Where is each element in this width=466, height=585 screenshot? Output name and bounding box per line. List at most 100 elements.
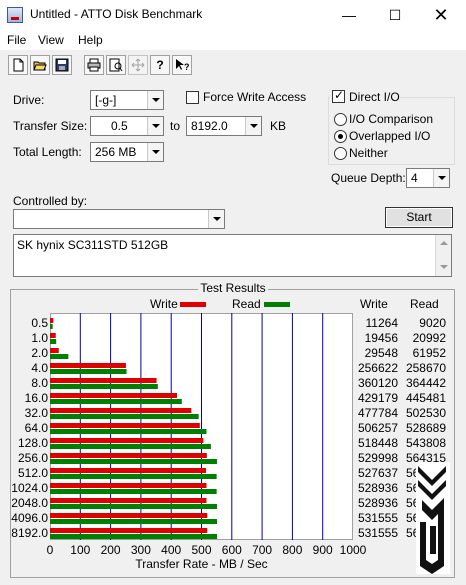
y-tick-label: 8192.0 — [11, 526, 48, 540]
write-value-label: 11264 — [365, 316, 398, 330]
menu-file[interactable]: File — [7, 33, 26, 47]
chart-svg — [50, 313, 324, 540]
write-bar — [50, 528, 208, 533]
io-comparison-radio[interactable] — [334, 113, 347, 126]
read-value-label: 445481 — [405, 391, 446, 405]
new-icon[interactable] — [8, 55, 28, 75]
read-value-label: 9020 — [419, 316, 446, 330]
minimize-icon[interactable]: — — [326, 0, 372, 30]
window-title: Untitled - ATTO Disk Benchmark — [30, 7, 203, 21]
y-tick-label: 256.0 — [17, 451, 48, 465]
start-button[interactable]: Start — [385, 207, 453, 228]
svg-text:?: ? — [184, 62, 189, 72]
legend-read-label: Read — [232, 297, 261, 311]
read-bar — [50, 489, 217, 494]
move-icon[interactable] — [128, 55, 148, 75]
total-length-label: Total Length: — [13, 145, 82, 159]
write-bar — [50, 423, 200, 428]
total-length-value: 256 MB — [95, 145, 137, 159]
y-tick-label: 8.0 — [31, 376, 48, 390]
write-value-label: 528936 — [357, 481, 398, 495]
y-tick-label: 1.0 — [31, 331, 48, 345]
read-value-label: 502530 — [405, 406, 446, 420]
write-bar — [50, 408, 192, 413]
write-bar — [50, 318, 54, 323]
read-bar — [50, 519, 218, 524]
scrollbar[interactable] — [435, 235, 451, 276]
print-icon[interactable] — [84, 55, 104, 75]
x-tick-label: 1000 — [339, 543, 367, 557]
y-tick-label: 16.0 — [24, 391, 48, 405]
menu-view[interactable]: View — [38, 33, 64, 47]
save-icon[interactable] — [52, 55, 72, 75]
write-bar — [50, 483, 207, 488]
maximize-icon[interactable]: ☐ — [372, 0, 418, 30]
transfer-size-from-select[interactable]: 0.5 — [90, 116, 164, 136]
write-value-label: 531555 — [357, 511, 398, 525]
transfer-size-to-select[interactable]: 8192.0 — [186, 116, 262, 136]
print-preview-icon[interactable] — [106, 55, 126, 75]
transfer-to-value: 8192.0 — [191, 119, 228, 133]
queue-depth-select[interactable]: 4 — [406, 168, 450, 188]
read-bar — [50, 474, 217, 479]
chevron-up-icon[interactable] — [440, 241, 448, 245]
write-value-label: 527637 — [357, 466, 398, 480]
y-tick-label: 4096.0 — [11, 511, 48, 525]
y-tick-label: 32.0 — [24, 406, 48, 420]
direct-io-checkbox[interactable] — [332, 88, 345, 103]
write-bar — [50, 348, 59, 353]
read-value-label: 528689 — [405, 421, 446, 435]
description-textarea[interactable]: SK hynix SC311STD 512GB — [13, 234, 452, 277]
write-value-label: 19456 — [364, 331, 398, 345]
close-icon[interactable]: ✕ — [418, 0, 464, 30]
context-help-icon[interactable]: ? — [172, 55, 192, 75]
controlled-by-label: Controlled by: — [13, 194, 88, 208]
open-icon[interactable] — [30, 55, 50, 75]
queue-depth-label: Queue Depth: — [331, 171, 406, 185]
read-value-label: 61952 — [412, 346, 446, 360]
x-axis-title: Transfer Rate - MB / Sec — [135, 557, 268, 571]
overlapped-io-radio[interactable] — [334, 130, 347, 143]
force-write-checkbox[interactable] — [186, 91, 199, 104]
write-value-label: 29548 — [364, 346, 398, 360]
controlled-by-select[interactable] — [13, 209, 225, 229]
legend-read-swatch — [264, 302, 290, 307]
write-bar — [50, 438, 204, 443]
write-value-label: 256622 — [357, 361, 398, 375]
read-bar — [50, 339, 57, 344]
write-bar — [50, 498, 207, 503]
write-value-label: 531555 — [357, 526, 398, 540]
write-bar — [50, 393, 177, 398]
read-bar — [50, 384, 158, 389]
neither-radio[interactable] — [334, 147, 347, 160]
kb-label: KB — [270, 119, 287, 133]
drive-select[interactable]: [-g-] — [90, 90, 164, 110]
read-value-label: 20992 — [412, 331, 446, 345]
read-value-label: 543808 — [405, 436, 446, 450]
read-bar — [50, 534, 218, 539]
overlapped-io-label: Overlapped I/O — [349, 129, 431, 143]
write-value-label: 518448 — [357, 436, 398, 450]
write-bar — [50, 453, 207, 458]
legend-write-swatch — [180, 302, 206, 307]
neither-label: Neither — [349, 146, 388, 160]
chevron-down-icon — [208, 210, 224, 228]
read-bar — [50, 399, 182, 404]
chevron-down-icon[interactable] — [440, 265, 448, 269]
write-bar — [50, 378, 157, 383]
write-bar — [50, 363, 126, 368]
help-icon[interactable]: ? — [150, 55, 170, 75]
io-comparison-label: I/O Comparison — [349, 112, 434, 126]
transfer-size-label: Transfer Size: — [13, 119, 88, 133]
y-tick-label: 0.5 — [31, 316, 48, 330]
queue-depth-value: 4 — [411, 171, 418, 185]
read-value-label: 364442 — [405, 376, 446, 390]
menu-help[interactable]: Help — [78, 33, 103, 47]
total-length-select[interactable]: 256 MB — [90, 142, 164, 162]
y-tick-label: 4.0 — [31, 361, 48, 375]
test-results-title: Test Results — [198, 281, 268, 295]
chevron-down-icon — [147, 143, 163, 161]
read-bar — [50, 354, 69, 359]
transfer-from-value: 0.5 — [111, 119, 128, 133]
read-bar — [50, 504, 218, 509]
